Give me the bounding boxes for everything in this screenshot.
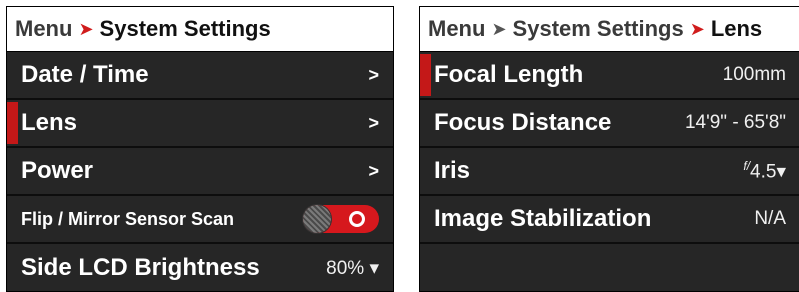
chevron-right-icon: >	[368, 112, 379, 133]
breadcrumb-middle[interactable]: System Settings	[513, 16, 684, 42]
breadcrumb: Menu ➤ System Settings	[7, 7, 393, 52]
breadcrumb-separator-icon: ➤	[689, 18, 705, 39]
menu-item-date-time[interactable]: Date / Time >	[7, 52, 393, 100]
image-stabilization-value: N/A	[754, 208, 786, 229]
chevron-right-icon: >	[368, 64, 379, 85]
menu-item-label: Power	[21, 157, 94, 184]
toggle-knob	[303, 205, 331, 233]
iris-dropdown[interactable]: f/4.5▾	[743, 159, 786, 183]
brightness-dropdown[interactable]: 80% ▾	[326, 257, 379, 280]
breadcrumb-root[interactable]: Menu	[15, 16, 72, 42]
menu-item-label: Flip / Mirror Sensor Scan	[21, 208, 235, 229]
lens-focal-length[interactable]: Focal Length 100mm	[420, 52, 799, 100]
system-settings-panel: Menu ➤ System Settings Date / Time > Len…	[6, 6, 394, 292]
breadcrumb-current: System Settings	[99, 16, 271, 41]
breadcrumb: Menu ➤ System Settings ➤ Lens	[420, 7, 799, 52]
chevron-down-icon: ▾	[776, 161, 786, 183]
flip-mirror-toggle[interactable]	[303, 205, 379, 233]
breadcrumb-separator-icon: ➤	[491, 18, 507, 39]
lens-settings-panel: Menu ➤ System Settings ➤ Lens Focal Leng…	[419, 6, 799, 292]
toggle-on-icon	[349, 211, 365, 227]
menu-item-label: Focus Distance	[434, 109, 612, 136]
breadcrumb-root[interactable]: Menu	[428, 16, 485, 42]
menu-item-label: Lens	[21, 109, 78, 136]
menu-item-label: Iris	[434, 157, 471, 184]
menu-item-label: Focal Length	[434, 61, 584, 88]
lens-focus-distance[interactable]: Focus Distance 14'9" - 65'8"	[420, 100, 799, 148]
breadcrumb-current: Lens	[710, 16, 763, 41]
chevron-right-icon: >	[368, 160, 379, 181]
lens-iris[interactable]: Iris f/4.5▾	[420, 148, 799, 196]
focus-distance-value: 14'9" - 65'8"	[684, 112, 786, 133]
iris-value: 4.5	[750, 161, 777, 183]
menu-item-label: Date / Time	[21, 61, 149, 88]
menu-item-label: Side LCD Brightness	[21, 254, 260, 281]
breadcrumb-separator-icon: ➤	[78, 18, 94, 39]
focal-length-value: 100mm	[722, 64, 786, 85]
menu-item-side-lcd-brightness[interactable]: Side LCD Brightness 80% ▾	[7, 244, 393, 292]
menu-item-label: Image Stabilization	[434, 205, 652, 232]
menu-item-lens[interactable]: Lens >	[7, 100, 393, 148]
menu-item-power[interactable]: Power >	[7, 148, 393, 196]
lens-image-stabilization[interactable]: Image Stabilization N/A	[420, 196, 799, 244]
menu-item-flip-mirror: Flip / Mirror Sensor Scan	[7, 196, 393, 244]
